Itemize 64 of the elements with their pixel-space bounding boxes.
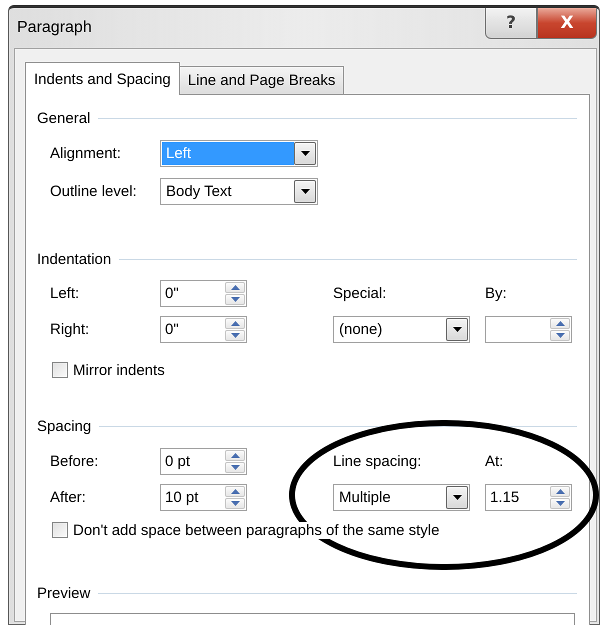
checkbox-label: Mirror indents: [73, 362, 165, 378]
spin-field[interactable]: 0 pt: [160, 448, 247, 475]
field-label: After:: [50, 489, 87, 506]
dropdown-button[interactable]: [446, 318, 468, 341]
field-label: Outline level:: [50, 183, 138, 200]
spin-down-button[interactable]: [225, 294, 245, 305]
dropdown[interactable]: (none): [333, 316, 470, 343]
close-button[interactable]: X: [537, 8, 597, 39]
spin-down-button[interactable]: [550, 330, 570, 341]
spin-down-button[interactable]: [225, 498, 245, 509]
checkbox[interactable]: [52, 522, 68, 538]
checkbox-label: Don't add space between paragraphs of the same style: [73, 522, 440, 538]
tab[interactable]: Line and Page Breaks: [180, 66, 344, 94]
field-label: Special:: [333, 285, 388, 302]
dropdown[interactable]: Body Text: [160, 178, 318, 205]
down-arrow-icon: [230, 465, 240, 470]
field-label: Alignment:: [50, 145, 122, 162]
spin-down-button[interactable]: [225, 462, 245, 473]
dropdown[interactable]: Multiple: [333, 484, 470, 511]
spin-up-button[interactable]: [225, 486, 245, 497]
down-arrow-icon: [556, 333, 564, 338]
window-title: Paragraph: [17, 19, 92, 37]
spin-up-button[interactable]: [225, 318, 245, 329]
down-arrow-icon: [230, 297, 240, 302]
field-label: By:: [485, 285, 508, 302]
dropdown-button[interactable]: [294, 180, 316, 203]
section-title: Indentation: [37, 250, 112, 268]
spin-up-button[interactable]: [225, 282, 245, 293]
spin-field[interactable]: 0": [160, 280, 247, 307]
spin-down-button[interactable]: [225, 330, 245, 341]
up-arrow-icon: [230, 285, 240, 290]
dropdown-button[interactable]: [294, 142, 316, 165]
down-arrow-icon: [230, 501, 240, 506]
tab[interactable]: Indents and Spacing: [25, 62, 180, 95]
field-label: Before:: [50, 453, 100, 470]
spin-field[interactable]: 0": [160, 316, 247, 343]
caret-icon: [300, 189, 310, 194]
caret-icon: [452, 495, 462, 500]
field-label: Left:: [50, 285, 80, 302]
up-arrow-icon: [230, 321, 240, 326]
section-title: General: [37, 110, 90, 126]
spin-up-button[interactable]: [550, 318, 570, 329]
spin-field[interactable]: 10 pt: [160, 484, 247, 511]
section-title: Preview: [37, 584, 90, 602]
up-arrow-icon: [230, 489, 240, 494]
up-arrow-icon: [556, 489, 564, 494]
help-button[interactable]: ?: [485, 8, 537, 39]
spin-field[interactable]: 1.15: [485, 484, 572, 511]
dropdown-button[interactable]: [446, 486, 468, 509]
field-label: Right:: [50, 321, 90, 338]
spin-down-button[interactable]: [550, 498, 570, 509]
up-arrow-icon: [230, 453, 240, 458]
field-label: Line spacing:: [333, 453, 422, 470]
spin-field[interactable]: [485, 316, 572, 343]
spin-up-button[interactable]: [225, 450, 245, 461]
field-label: At:: [485, 453, 504, 470]
caret-icon: [452, 327, 462, 332]
up-arrow-icon: [556, 321, 564, 326]
section-title: Spacing: [37, 418, 92, 434]
down-arrow-icon: [556, 501, 564, 506]
down-arrow-icon: [230, 333, 240, 338]
checkbox[interactable]: [52, 362, 68, 378]
spin-up-button[interactable]: [550, 486, 570, 497]
caret-icon: [300, 151, 310, 156]
